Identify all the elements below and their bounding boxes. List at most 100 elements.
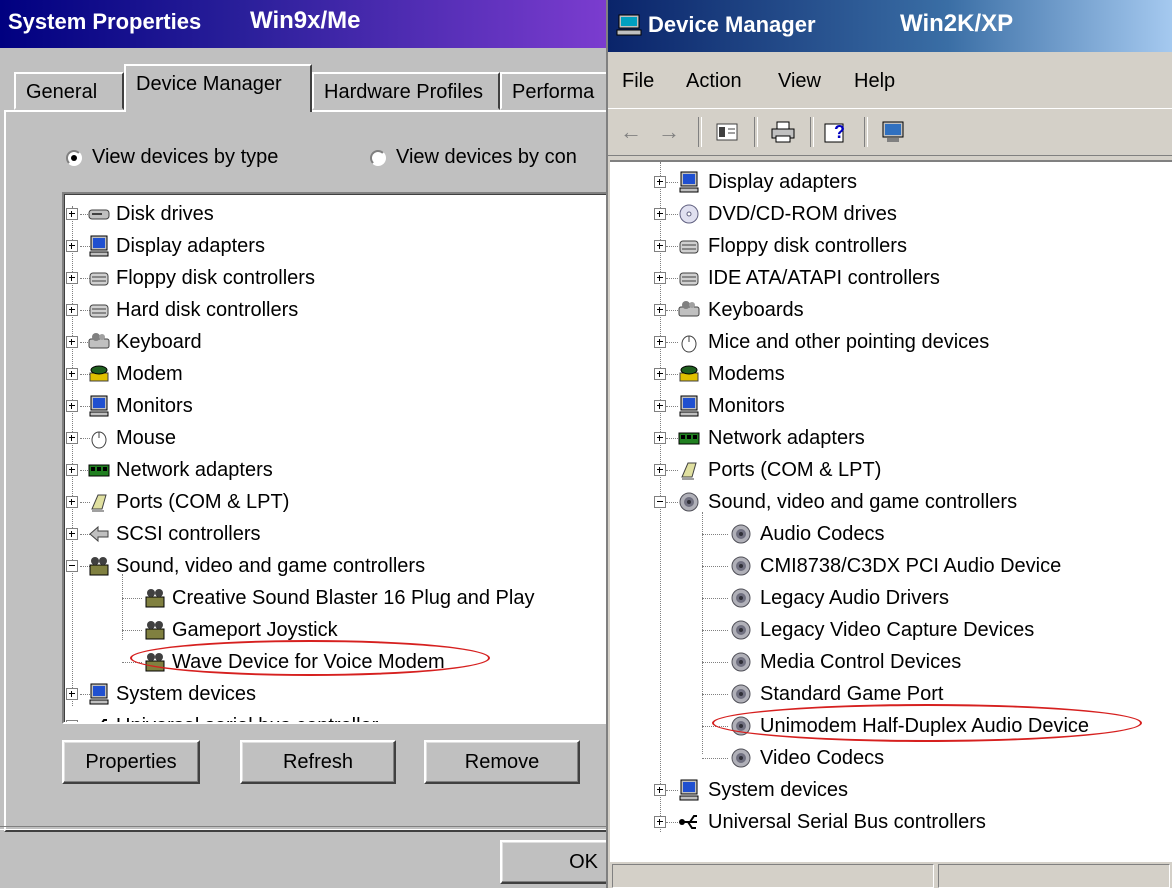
tree-category[interactable]: Display adapters xyxy=(66,230,265,262)
tree-child-item[interactable]: Unimodem Half-Duplex Audio Device xyxy=(702,710,1090,742)
tree-category[interactable]: Sound, video and game controllers xyxy=(66,550,425,582)
tab-performance[interactable]: Performa xyxy=(500,72,606,110)
menu-file[interactable]: File xyxy=(622,70,654,93)
expand-icon[interactable] xyxy=(66,304,78,316)
usb-icon xyxy=(88,715,110,722)
expand-icon[interactable] xyxy=(654,400,666,412)
tab-general[interactable]: General xyxy=(14,72,124,110)
tab-device-manager[interactable]: Device Manager xyxy=(124,64,312,112)
tab-hardware-profiles[interactable]: Hardware Profiles xyxy=(312,72,500,110)
tree-category[interactable]: Floppy disk controllers xyxy=(66,262,315,294)
expand-icon[interactable] xyxy=(66,720,78,722)
help-icon[interactable]: ? xyxy=(822,117,852,147)
tree-category[interactable]: Mice and other pointing devices xyxy=(654,326,989,358)
expand-icon[interactable] xyxy=(654,432,666,444)
tree-category[interactable]: Modem xyxy=(66,358,183,390)
properties-icon[interactable] xyxy=(712,117,742,147)
tree-child-item[interactable]: Wave Device for Voice Modem xyxy=(122,646,445,678)
menu-help[interactable]: Help xyxy=(854,70,895,93)
tree-category[interactable]: System devices xyxy=(66,678,256,710)
tree-category[interactable]: Universal serial bus controller xyxy=(66,710,378,722)
tree-category[interactable]: SCSI controllers xyxy=(66,518,261,550)
expand-icon[interactable] xyxy=(66,432,78,444)
tree-child-item[interactable]: Legacy Video Capture Devices xyxy=(702,614,1034,646)
expand-icon[interactable] xyxy=(66,336,78,348)
tree-category[interactable]: Network adapters xyxy=(66,454,273,486)
tree-child-item[interactable]: CMI8738/C3DX PCI Audio Device xyxy=(702,550,1061,582)
tree-child-item[interactable]: Video Codecs xyxy=(702,742,884,774)
tree-category[interactable]: System devices xyxy=(654,774,848,806)
tree-line xyxy=(122,630,142,631)
tree-category[interactable]: Network adapters xyxy=(654,422,865,454)
tree-category[interactable]: DVD/CD-ROM drives xyxy=(654,198,897,230)
refresh-button[interactable]: Refresh xyxy=(240,740,396,784)
print-icon[interactable] xyxy=(768,117,798,147)
tree-category[interactable]: Sound, video and game controllers xyxy=(654,486,1017,518)
menu-view[interactable]: View xyxy=(778,70,821,93)
tree-category[interactable]: Monitors xyxy=(654,390,785,422)
tree-category[interactable]: Display adapters xyxy=(654,166,857,198)
scan-icon[interactable] xyxy=(878,117,908,147)
menu-action[interactable]: Action xyxy=(686,70,742,93)
tree-category[interactable]: Disk drives xyxy=(66,198,214,230)
title-bar[interactable]: System Properties Win9x/Me xyxy=(0,0,606,48)
tree-item-label: Creative Sound Blaster 16 Plug and Play xyxy=(172,586,535,609)
expand-icon[interactable] xyxy=(66,240,78,252)
forward-arrow-icon[interactable]: → xyxy=(654,117,684,147)
tree-category[interactable]: Monitors xyxy=(66,390,193,422)
tree-child-item[interactable]: Gameport Joystick xyxy=(122,614,338,646)
expand-icon[interactable] xyxy=(654,816,666,828)
tree-line xyxy=(702,598,728,599)
controller-icon xyxy=(678,267,700,289)
expand-icon[interactable] xyxy=(654,368,666,380)
tree-child-item[interactable]: Standard Game Port xyxy=(702,678,943,710)
back-arrow-icon[interactable]: ← xyxy=(616,117,646,147)
collapse-icon[interactable] xyxy=(654,496,666,508)
expand-icon[interactable] xyxy=(66,208,78,220)
expand-icon[interactable] xyxy=(654,336,666,348)
tree-line xyxy=(666,374,678,375)
device-tree[interactable]: Display adapters DVD/CD-ROM drives Floppy … xyxy=(610,160,1172,862)
expand-icon[interactable] xyxy=(654,304,666,316)
tree-child-item[interactable]: Legacy Audio Drivers xyxy=(702,582,949,614)
tree-category[interactable]: Hard disk controllers xyxy=(66,294,298,326)
ok-button[interactable]: OK xyxy=(500,840,606,884)
tree-category[interactable]: Modems xyxy=(654,358,785,390)
title-bar[interactable]: Device Manager Win2K/XP xyxy=(608,0,1172,52)
sound-icon xyxy=(144,619,166,641)
expand-icon[interactable] xyxy=(66,368,78,380)
expand-icon[interactable] xyxy=(66,272,78,284)
tree-category[interactable]: Ports (COM & LPT) xyxy=(654,454,881,486)
tree-child-item[interactable]: Creative Sound Blaster 16 Plug and Play xyxy=(122,582,535,614)
expand-icon[interactable] xyxy=(654,464,666,476)
radio-view-by-type[interactable]: View devices by type xyxy=(66,146,278,169)
tree-item-label: Unimodem Half-Duplex Audio Device xyxy=(760,714,1090,737)
collapse-icon[interactable] xyxy=(66,560,78,572)
tree-category[interactable]: Ports (COM & LPT) xyxy=(66,486,289,518)
expand-icon[interactable] xyxy=(654,240,666,252)
expand-icon[interactable] xyxy=(654,784,666,796)
expand-icon[interactable] xyxy=(66,528,78,540)
expand-icon[interactable] xyxy=(66,496,78,508)
tree-category[interactable]: Universal Serial Bus controllers xyxy=(654,806,986,838)
tree-category[interactable]: Floppy disk controllers xyxy=(654,230,907,262)
expand-icon[interactable] xyxy=(654,176,666,188)
expand-icon[interactable] xyxy=(66,464,78,476)
tree-category[interactable]: Keyboard xyxy=(66,326,202,358)
expand-icon[interactable] xyxy=(66,400,78,412)
tree-item-label: Wave Device for Voice Modem xyxy=(172,650,445,673)
remove-button[interactable]: Remove xyxy=(424,740,580,784)
device-tree[interactable]: Disk drives Display adapters Floppy disk c… xyxy=(62,192,606,724)
properties-button[interactable]: Properties xyxy=(62,740,200,784)
expand-icon[interactable] xyxy=(66,688,78,700)
tree-category[interactable]: Keyboards xyxy=(654,294,804,326)
tree-category[interactable]: IDE ATA/ATAPI controllers xyxy=(654,262,940,294)
tree-line xyxy=(702,630,728,631)
radio-view-by-connection[interactable]: View devices by con xyxy=(370,146,577,169)
expand-icon[interactable] xyxy=(654,272,666,284)
tree-child-item[interactable]: Media Control Devices xyxy=(702,646,961,678)
tree-line xyxy=(666,790,678,791)
tree-category[interactable]: Mouse xyxy=(66,422,176,454)
tree-child-item[interactable]: Audio Codecs xyxy=(702,518,885,550)
expand-icon[interactable] xyxy=(654,208,666,220)
